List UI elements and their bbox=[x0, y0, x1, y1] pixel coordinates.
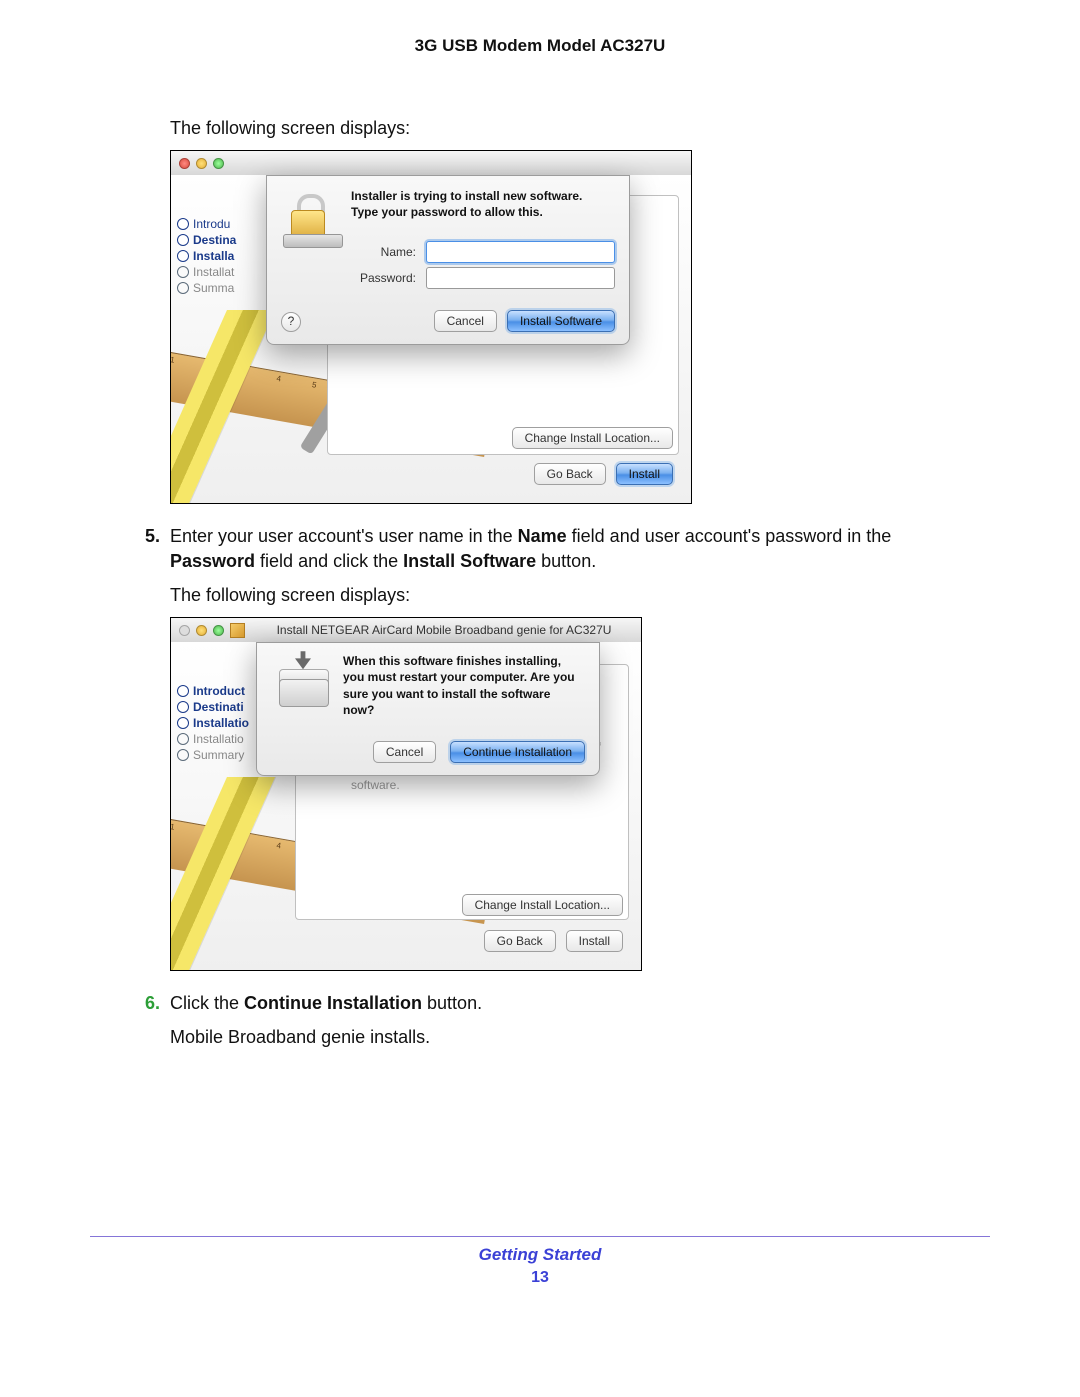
sidebar-item: Installat bbox=[177, 265, 236, 279]
close-icon[interactable] bbox=[179, 158, 190, 169]
step-text: Enter your user account's user name in t… bbox=[170, 524, 960, 573]
auth-line1: Installer is trying to install new softw… bbox=[351, 188, 615, 204]
cancel-button[interactable]: Cancel bbox=[373, 741, 436, 763]
window-titlebar: Install NETGEAR AirCard Mobile Broadband… bbox=[171, 618, 641, 643]
sidebar-item: Destina bbox=[177, 233, 236, 247]
footer-section: Getting Started bbox=[0, 1245, 1080, 1265]
sidebar-item: Destinati bbox=[177, 700, 249, 714]
help-button[interactable]: ? bbox=[281, 312, 301, 332]
auth-dialog: Installer is trying to install new softw… bbox=[266, 175, 630, 345]
sidebar-item: Installatio bbox=[177, 716, 249, 730]
sidebar-item: Introduct bbox=[177, 684, 249, 698]
page-header: 3G USB Modem Model AC327U bbox=[0, 0, 1080, 106]
step-number: 6. bbox=[124, 991, 170, 1015]
sidebar-item: Summary bbox=[177, 748, 249, 762]
step-number: 5. bbox=[124, 524, 170, 548]
restart-line3: sure you want to install the software bbox=[343, 686, 585, 702]
go-back-button[interactable]: Go Back bbox=[484, 930, 556, 952]
close-icon[interactable] bbox=[179, 625, 190, 636]
restart-dialog: When this software finishes installing, … bbox=[256, 642, 600, 776]
name-label: Name: bbox=[351, 245, 416, 259]
footer-page-number: 13 bbox=[0, 1269, 1080, 1287]
sidebar-item: Installatio bbox=[177, 732, 249, 746]
step-text: Click the Continue Installation button. bbox=[170, 991, 482, 1015]
minimize-icon[interactable] bbox=[196, 158, 207, 169]
zoom-icon[interactable] bbox=[213, 625, 224, 636]
restart-line4: now? bbox=[343, 702, 585, 718]
install-software-button[interactable]: Install Software bbox=[507, 310, 615, 332]
window-titlebar bbox=[171, 151, 691, 176]
password-label: Password: bbox=[351, 271, 416, 285]
change-install-location-button[interactable]: Change Install Location... bbox=[462, 894, 623, 916]
continue-installation-button[interactable]: Continue Installation bbox=[450, 741, 585, 763]
intro-1: The following screen displays: bbox=[170, 116, 960, 140]
step-5: 5. Enter your user account's user name i… bbox=[170, 524, 960, 573]
zoom-icon[interactable] bbox=[213, 158, 224, 169]
restart-line2: you must restart your computer. Are you bbox=[343, 669, 585, 685]
sidebar-item: Installa bbox=[177, 249, 236, 263]
footer-rule bbox=[90, 1236, 990, 1237]
install-button[interactable]: Install bbox=[566, 930, 623, 952]
faded-software: software. bbox=[351, 778, 400, 792]
install-steps-sidebar: Introdu Destina Installa Installat Summa bbox=[177, 215, 236, 297]
change-install-location-button[interactable]: Change Install Location... bbox=[512, 427, 673, 449]
go-back-button[interactable]: Go Back bbox=[534, 463, 606, 485]
name-input[interactable] bbox=[426, 241, 615, 263]
cancel-button[interactable]: Cancel bbox=[434, 310, 497, 332]
intro-2: The following screen displays: bbox=[170, 583, 960, 607]
lock-icon bbox=[283, 192, 337, 244]
header-title: 3G USB Modem Model AC327U bbox=[415, 36, 666, 55]
installer-icon bbox=[230, 623, 245, 638]
sidebar-item: Introdu bbox=[177, 217, 236, 231]
auth-line2: Type your password to allow this. bbox=[351, 204, 615, 220]
screenshot-auth-dialog: 12345 Introdu Destina Installa Installat… bbox=[170, 150, 692, 504]
sidebar-item: Summa bbox=[177, 281, 236, 295]
install-drive-icon bbox=[273, 657, 333, 711]
install-button[interactable]: Install bbox=[616, 463, 673, 485]
window-title: Install NETGEAR AirCard Mobile Broadband… bbox=[255, 623, 633, 637]
post-step6: Mobile Broadband genie installs. bbox=[170, 1025, 960, 1049]
page-footer: Getting Started 13 bbox=[0, 1245, 1080, 1287]
password-input[interactable] bbox=[426, 267, 615, 289]
install-steps-sidebar: Introduct Destinati Installatio Installa… bbox=[177, 682, 249, 764]
restart-line1: When this software finishes installing, bbox=[343, 653, 585, 669]
screenshot-restart-dialog: Install NETGEAR AirCard Mobile Broadband… bbox=[170, 617, 642, 971]
step-6: 6. Click the Continue Installation butto… bbox=[170, 991, 960, 1015]
minimize-icon[interactable] bbox=[196, 625, 207, 636]
